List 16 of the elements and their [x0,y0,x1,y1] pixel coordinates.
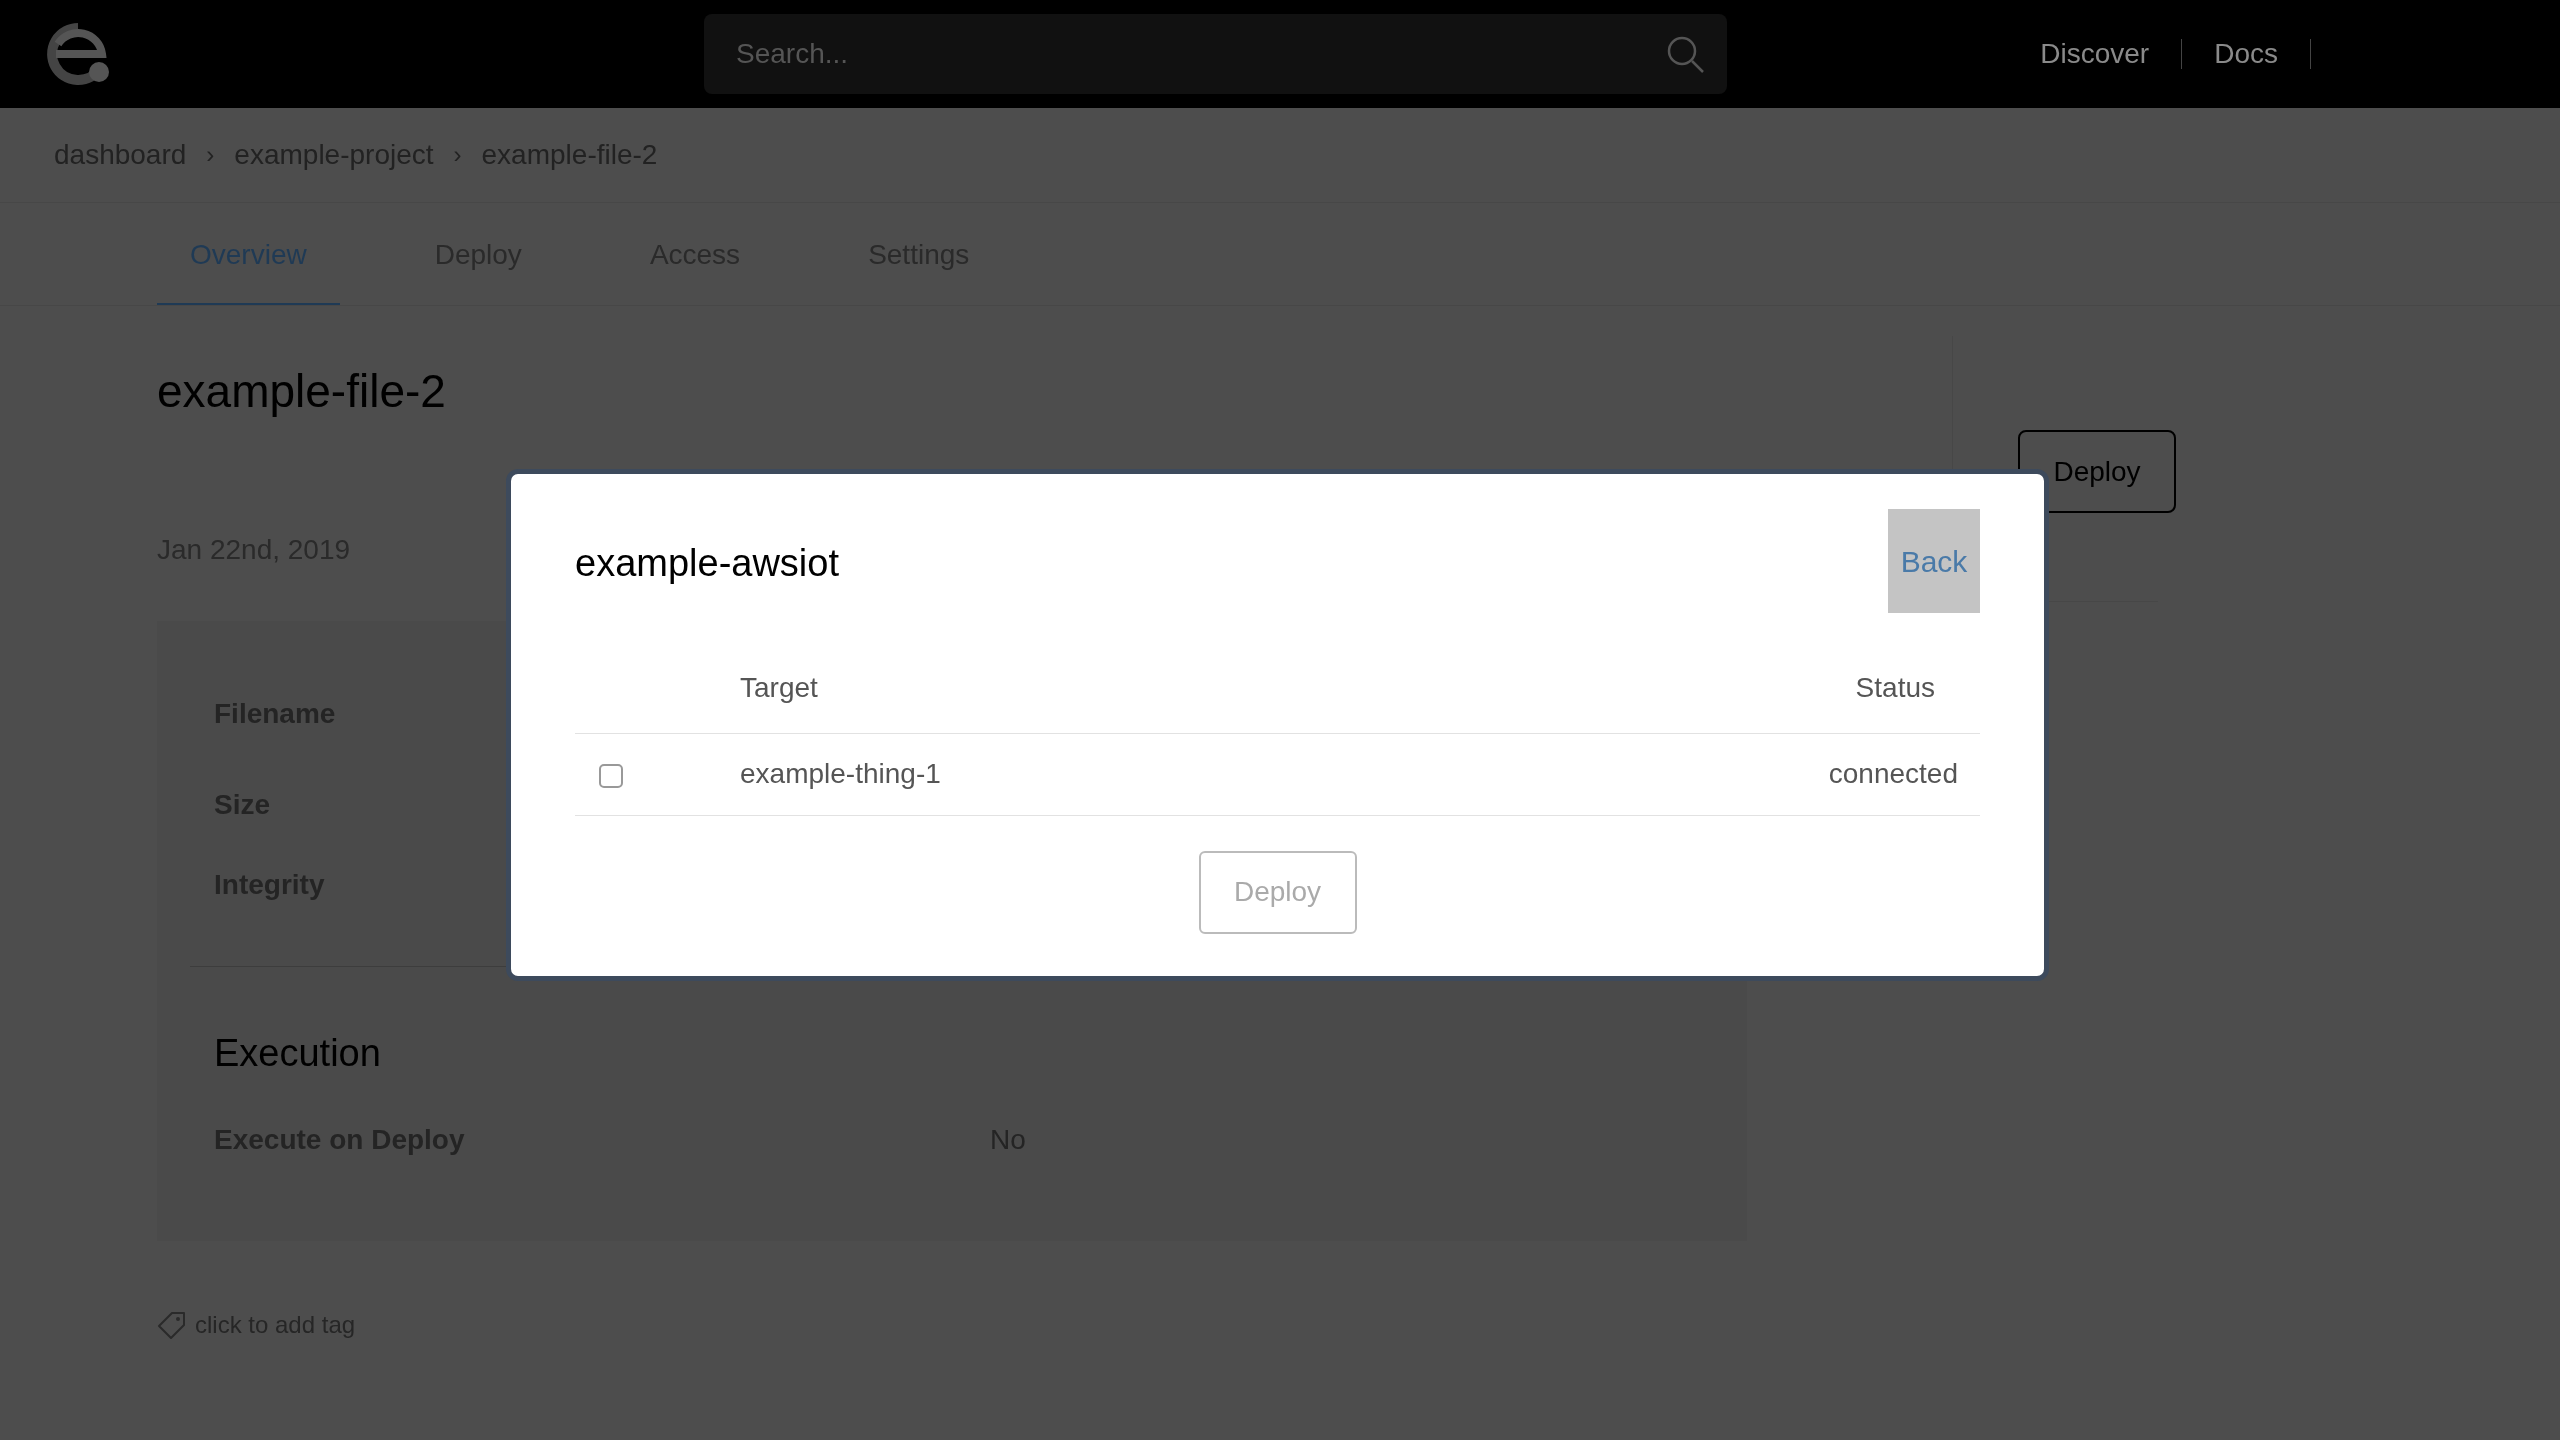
nav-link[interactable]: Docs [2182,33,2310,75]
back-button[interactable]: Back [1888,509,1980,613]
section-heading: Execution [214,1031,382,1076]
breadcrumb-separator: › [453,140,462,170]
nav-link[interactable]: Discover [2008,33,2182,75]
checkbox[interactable] [599,763,623,788]
logo-icon[interactable] [44,22,112,86]
breadcrumb-separator: › [206,140,215,170]
column-header: Status [1855,671,1935,703]
search-field[interactable]: Search... [704,14,1727,94]
column-header: Target [740,671,818,703]
modal-title: example-awsiot [575,541,839,586]
table-cell: connected [1828,758,1958,789]
search-icon[interactable] [1665,34,1705,74]
tag-icon[interactable] [157,1310,187,1340]
table-cell: example-thing-1 [740,758,941,789]
